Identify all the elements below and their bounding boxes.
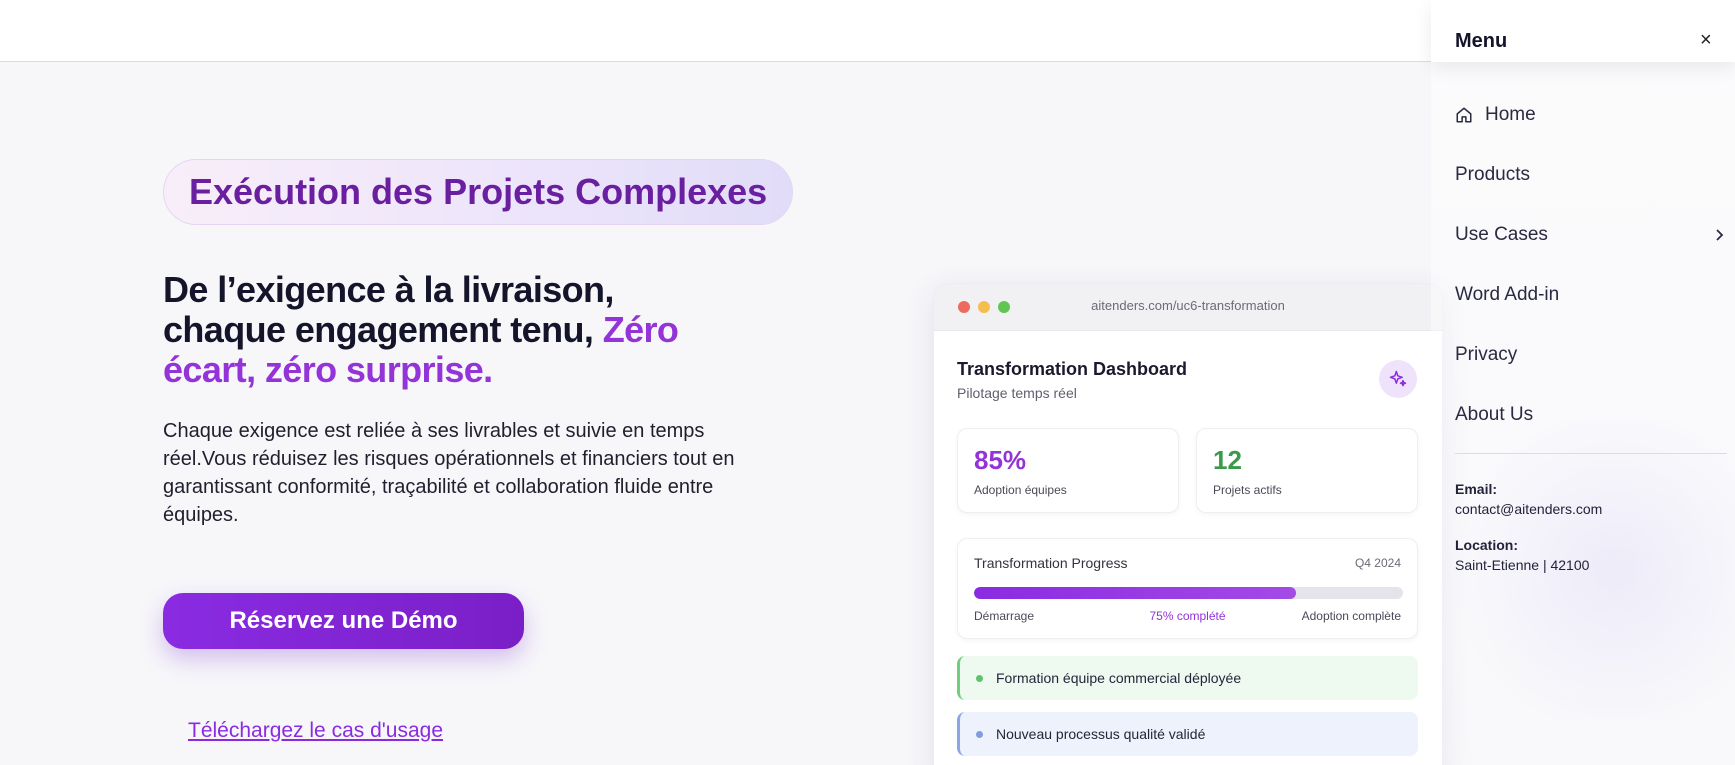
progress-card: Transformation Progress Q4 2024 Démarrag…: [957, 538, 1418, 639]
menu-item-use-cases[interactable]: Use Cases: [1455, 220, 1725, 250]
headline-line-2: chaque engagement tenu,: [163, 309, 603, 350]
activity-item: Nouveau processus qualité validé: [957, 712, 1418, 756]
menu-item-label: Privacy: [1455, 344, 1518, 365]
menu-title: Menu: [1455, 30, 1508, 52]
menu-item-label: Products: [1455, 164, 1530, 185]
activity-text: Nouveau processus qualité validé: [996, 726, 1206, 742]
hero-badge-text: Exécution des Projets Complexes: [189, 171, 768, 212]
menu-item-label: Home: [1485, 104, 1536, 125]
headline-line-1: De l’exigence à la livraison,: [163, 269, 614, 310]
progress-track: [974, 587, 1403, 599]
menu-header: Menu ×: [1431, 0, 1735, 62]
chevron-right-icon: [1713, 227, 1725, 249]
home-icon: [1455, 106, 1473, 124]
menu-item-label: Word Add-in: [1455, 284, 1560, 305]
dashboard-title: Transformation Dashboard: [957, 359, 1188, 379]
menu-item-about-us[interactable]: About Us: [1455, 400, 1725, 430]
dashboard-subtitle: Pilotage temps réel: [957, 385, 1077, 401]
menu-item-privacy[interactable]: Privacy: [1455, 340, 1725, 370]
progress-end-label: Adoption complète: [1301, 609, 1401, 623]
location-label: Location:: [1455, 537, 1518, 553]
hero-headline: De l’exigence à la livraison, chaque eng…: [163, 270, 783, 390]
progress-title: Transformation Progress: [974, 555, 1128, 571]
dashboard-preview: aitenders.com/uc6-transformation Transfo…: [933, 283, 1443, 765]
activity-item: Formation équipe commercial déployée: [957, 656, 1418, 700]
stat-label: Adoption équipes: [974, 483, 1067, 497]
progress-fill: [974, 587, 1296, 599]
status-dot-icon: [976, 674, 983, 682]
menu-item-label: About Us: [1455, 404, 1534, 425]
location-value: Saint-Etienne | 42100: [1455, 557, 1590, 573]
hero-description: Chaque exigence est reliée à ses livrabl…: [163, 420, 735, 526]
activity-text: Formation équipe commercial déployée: [996, 670, 1242, 686]
stat-value: 85%: [974, 445, 1027, 475]
download-usecase-link[interactable]: Téléchargez le cas d'usage: [188, 719, 443, 743]
book-demo-button[interactable]: Réservez une Démo: [163, 593, 524, 649]
close-icon[interactable]: ×: [1700, 30, 1712, 50]
browser-bar: aitenders.com/uc6-transformation: [934, 284, 1442, 331]
email-value[interactable]: contact@aitenders.com: [1455, 501, 1602, 517]
headline-accent-2: écart, zéro surprise.: [163, 349, 493, 390]
stat-card-projects: 12 Projets actifs: [1196, 428, 1418, 513]
progress-quarter: Q4 2024: [1354, 556, 1401, 570]
stat-value: 12: [1213, 445, 1242, 475]
stat-label: Projets actifs: [1213, 483, 1282, 497]
menu-item-products[interactable]: Products: [1455, 160, 1725, 190]
hero-badge: Exécution des Projets Complexes: [163, 159, 793, 225]
stat-card-adoption: 85% Adoption équipes: [957, 428, 1179, 513]
status-dot-icon: [976, 730, 983, 738]
headline-accent-1: Zéro: [602, 309, 679, 350]
menu-item-label: Use Cases: [1455, 224, 1548, 245]
side-menu: Menu × Home Products Use Cases Word Add-…: [1431, 0, 1735, 765]
browser-url: aitenders.com/uc6-transformation: [1091, 298, 1285, 313]
menu-item-home[interactable]: Home: [1455, 100, 1725, 130]
sparkle-icon: [1379, 360, 1417, 398]
menu-divider: [1455, 453, 1727, 454]
menu-item-word-addin[interactable]: Word Add-in: [1455, 280, 1725, 310]
email-label: Email:: [1455, 481, 1498, 497]
